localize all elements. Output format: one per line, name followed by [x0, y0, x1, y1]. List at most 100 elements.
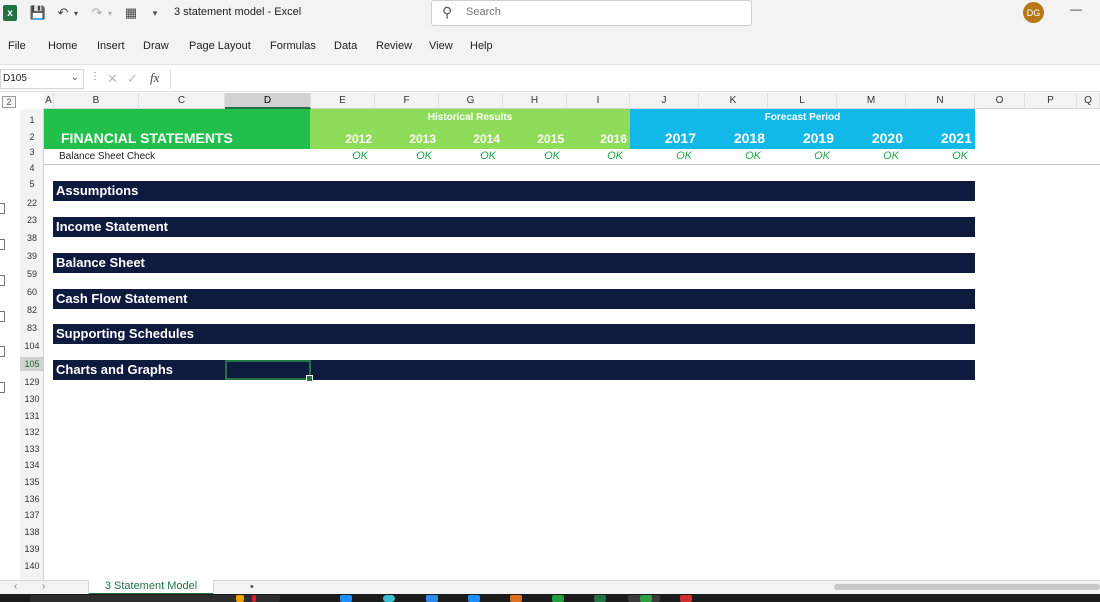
- row-header[interactable]: 1: [20, 113, 44, 127]
- year-cell[interactable]: 2012: [331, 132, 372, 146]
- row-header[interactable]: 38: [20, 231, 44, 245]
- row-header[interactable]: 104: [20, 339, 44, 353]
- column-header-d[interactable]: D: [225, 93, 311, 109]
- tab-page-layout[interactable]: Page Layout: [189, 40, 251, 52]
- worksheet-grid[interactable]: 2 A B C D E F G H I J K L M N O P Q 1234…: [0, 93, 1100, 580]
- row-header[interactable]: 82: [20, 303, 44, 317]
- save-icon[interactable]: 💾: [29, 4, 47, 22]
- row-header[interactable]: 59: [20, 267, 44, 281]
- undo-dropdown-icon[interactable]: ▾: [72, 4, 80, 22]
- balance-sheet-check-label[interactable]: Balance Sheet Check: [59, 151, 155, 162]
- row-header[interactable]: 140: [20, 559, 44, 573]
- row-header[interactable]: 134: [20, 458, 44, 472]
- name-box[interactable]: D105 ⌄: [0, 69, 84, 89]
- year-cell[interactable]: 2017: [655, 130, 696, 146]
- year-cell[interactable]: 2020: [862, 130, 903, 146]
- customize-toolbar-icon[interactable]: ▾: [150, 4, 160, 22]
- row-header[interactable]: 138: [20, 525, 44, 539]
- taskbar-app-icon[interactable]: [594, 595, 606, 602]
- sheet-tab[interactable]: 3 Statement Model: [88, 580, 214, 595]
- column-header-i[interactable]: I: [567, 93, 630, 109]
- column-header-h[interactable]: H: [503, 93, 567, 109]
- check-value[interactable]: OK: [331, 150, 368, 162]
- column-header-a[interactable]: A: [44, 93, 54, 109]
- tab-review[interactable]: Review: [376, 40, 412, 52]
- avatar[interactable]: DG: [1023, 2, 1044, 23]
- taskbar-app-icon[interactable]: [252, 595, 256, 602]
- redo-icon[interactable]: ↷: [89, 4, 105, 22]
- row-header[interactable]: 83: [20, 321, 44, 335]
- check-value[interactable]: OK: [793, 150, 830, 162]
- column-header-n[interactable]: N: [906, 93, 975, 109]
- tab-home[interactable]: Home: [48, 40, 77, 52]
- check-value[interactable]: OK: [931, 150, 968, 162]
- column-header-j[interactable]: J: [630, 93, 699, 109]
- expand-group-icon[interactable]: [0, 382, 5, 393]
- row-header[interactable]: 3: [20, 145, 44, 159]
- year-cell[interactable]: 2021: [931, 130, 972, 146]
- check-value[interactable]: OK: [395, 150, 432, 162]
- row-header[interactable]: 2: [20, 130, 44, 144]
- section-balance-sheet[interactable]: Balance Sheet: [53, 253, 975, 273]
- scroll-left-icon[interactable]: ‹: [14, 581, 17, 592]
- check-value[interactable]: OK: [586, 150, 623, 162]
- taskbar-app-icon[interactable]: [468, 595, 480, 602]
- section-assumptions[interactable]: Assumptions: [53, 181, 975, 201]
- taskbar-app-icon[interactable]: [552, 595, 564, 602]
- row-header[interactable]: 60: [20, 285, 44, 299]
- insert-function-icon[interactable]: fx: [150, 70, 159, 86]
- tab-formulas[interactable]: Formulas: [270, 40, 316, 52]
- section-income-statement[interactable]: Income Statement: [53, 217, 975, 237]
- taskbar-app-icon[interactable]: [236, 595, 244, 602]
- row-header[interactable]: 23: [20, 213, 44, 227]
- year-cell[interactable]: 2015: [523, 132, 564, 146]
- excel-taskbar-icon[interactable]: [640, 595, 652, 602]
- expand-group-icon[interactable]: [0, 311, 5, 322]
- taskbar-app-icon[interactable]: [383, 595, 395, 602]
- taskbar-app-icon[interactable]: [510, 595, 522, 602]
- column-header-o[interactable]: O: [975, 93, 1025, 109]
- historical-results-label[interactable]: Historical Results: [310, 112, 630, 123]
- section-charts-and-graphs[interactable]: Charts and Graphs: [53, 360, 975, 380]
- column-header-q[interactable]: Q: [1077, 93, 1100, 109]
- column-header-p[interactable]: P: [1025, 93, 1077, 109]
- taskbar-app-icon[interactable]: [680, 595, 692, 602]
- scroll-right-icon[interactable]: ›: [42, 581, 45, 592]
- year-cell[interactable]: 2018: [724, 130, 765, 146]
- year-cell[interactable]: 2016: [586, 132, 627, 146]
- page-title[interactable]: FINANCIAL STATEMENTS: [61, 130, 233, 146]
- row-header[interactable]: 130: [20, 392, 44, 406]
- row-header[interactable]: 137: [20, 508, 44, 522]
- formula-input[interactable]: [170, 69, 1100, 89]
- tab-view[interactable]: View: [429, 40, 453, 52]
- horizontal-scrollbar[interactable]: [834, 584, 1100, 590]
- tab-data[interactable]: Data: [334, 40, 357, 52]
- table-icon[interactable]: ▦: [123, 4, 139, 22]
- undo-icon[interactable]: ↶: [55, 4, 71, 22]
- redo-dropdown-icon[interactable]: ▾: [106, 4, 114, 22]
- row-header[interactable]: 129: [20, 375, 44, 389]
- row-header[interactable]: 39: [20, 249, 44, 263]
- row-header[interactable]: 135: [20, 475, 44, 489]
- more-options-icon[interactable]: ⋮: [90, 71, 100, 82]
- expand-group-icon[interactable]: [0, 275, 5, 286]
- check-value[interactable]: OK: [459, 150, 496, 162]
- row-header[interactable]: 139: [20, 542, 44, 556]
- row-header[interactable]: 131: [20, 409, 44, 423]
- cancel-icon[interactable]: ✕: [107, 71, 118, 87]
- row-header[interactable]: 132: [20, 425, 44, 439]
- section-cash-flow-statement[interactable]: Cash Flow Statement: [53, 289, 975, 309]
- outline-level-button[interactable]: 2: [2, 96, 16, 108]
- row-header[interactable]: 4: [20, 161, 44, 175]
- forecast-period-label[interactable]: Forecast Period: [630, 112, 975, 123]
- add-sheet-icon[interactable]: •: [250, 581, 254, 593]
- column-header-l[interactable]: L: [768, 93, 837, 109]
- row-header[interactable]: 105: [20, 357, 44, 371]
- expand-group-icon[interactable]: [0, 203, 5, 214]
- column-header-g[interactable]: G: [439, 93, 503, 109]
- column-header-m[interactable]: M: [837, 93, 906, 109]
- column-header-e[interactable]: E: [311, 93, 375, 109]
- year-cell[interactable]: 2019: [793, 130, 834, 146]
- year-cell[interactable]: 2013: [395, 132, 436, 146]
- taskbar-app-icon[interactable]: [426, 595, 438, 602]
